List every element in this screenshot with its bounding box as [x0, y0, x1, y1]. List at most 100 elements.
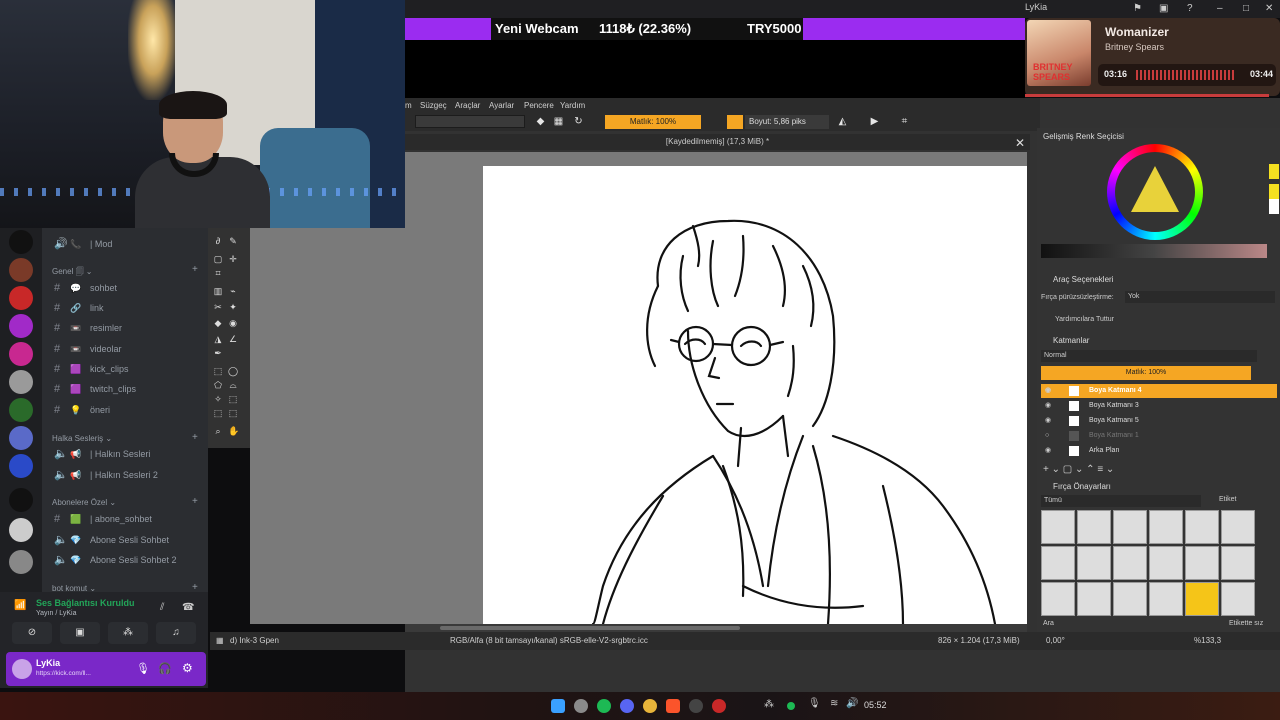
eraser-icon[interactable]: ◆ — [535, 116, 546, 127]
voice-channel-item[interactable]: 🔈 📢 | Halkın Sesleri 2 — [52, 467, 202, 483]
color-swatch[interactable] — [727, 115, 743, 129]
disconnect-icon[interactable]: ☎ — [182, 602, 194, 613]
brush-preset[interactable] — [1077, 582, 1111, 616]
brush-preset[interactable] — [1221, 510, 1255, 544]
menu-item-settings[interactable]: Ayarlar — [489, 101, 514, 110]
add-channel-icon[interactable]: + — [192, 432, 198, 443]
obs-icon[interactable] — [689, 699, 703, 713]
brush-preset[interactable] — [1185, 546, 1219, 580]
server-icon[interactable] — [9, 286, 33, 310]
server-icon[interactable] — [9, 314, 33, 338]
mirror-horizontal-icon[interactable]: ◭ — [837, 116, 848, 127]
server-icon[interactable] — [9, 426, 33, 450]
headphones-icon[interactable]: 🎧 — [158, 662, 172, 675]
category-general[interactable]: Genel 🗐 ⌄ — [52, 266, 93, 280]
rect-select-icon[interactable]: ⬚ — [213, 366, 223, 377]
brush-preset[interactable] — [1149, 546, 1183, 580]
app-icon[interactable] — [712, 699, 726, 713]
color-wheel[interactable] — [1107, 144, 1203, 240]
crop-tool-icon[interactable]: ⌗ — [213, 268, 223, 279]
add-channel-icon[interactable]: + — [192, 582, 198, 592]
mic-tray-icon[interactable]: 🎙 — [808, 698, 821, 709]
channel-item[interactable]: # 📼 resimler — [52, 320, 202, 336]
layer-row[interactable]: ◉ Boya Katmanı 4 — [1041, 384, 1277, 398]
eye-icon[interactable]: ◉ — [1045, 414, 1051, 428]
reference-tool-icon[interactable]: ✒ — [213, 348, 223, 359]
server-icon[interactable] — [9, 258, 33, 282]
freehand-path-icon[interactable]: ✎ — [228, 236, 238, 247]
menu-item-m[interactable]: m — [405, 101, 412, 110]
assistant-tool-icon[interactable]: ◮ — [213, 334, 223, 345]
freehand-select-icon[interactable]: ⌓ — [228, 380, 238, 391]
flag-icon[interactable]: ⚑ — [1133, 3, 1142, 14]
maximize-icon[interactable]: □ — [1243, 3, 1249, 14]
start-icon[interactable] — [551, 699, 565, 713]
screen-share-button[interactable]: ▣ — [60, 622, 100, 644]
layer-opacity-slider[interactable]: Matlık: 100% — [1041, 366, 1251, 380]
tag-search-label[interactable]: Etikette sız — [1229, 620, 1263, 627]
brush-preset[interactable] — [1113, 510, 1147, 544]
status-rotation[interactable]: 0,00° — [1046, 636, 1065, 645]
server-icon[interactable] — [9, 398, 33, 422]
colorize-icon[interactable]: ✂ — [213, 302, 223, 313]
menu-item-tools[interactable]: Araçlar — [455, 101, 480, 110]
channel-item[interactable]: # 🔗 link — [52, 300, 202, 316]
voice-channel-item[interactable]: 🔈 💎 Abone Sesli Sohbet — [52, 532, 202, 548]
alpha-lock-icon[interactable]: ▦ — [553, 116, 564, 127]
soundboard-button[interactable]: ♫ — [156, 622, 196, 644]
layer-row[interactable]: ◉ Boya Katmanı 5 — [1041, 414, 1277, 428]
color-history-bar[interactable] — [1041, 244, 1267, 258]
close-document-icon[interactable]: ✕ — [1015, 136, 1025, 150]
chrome-icon[interactable] — [643, 699, 657, 713]
avatar[interactable] — [12, 659, 32, 679]
opacity-slider[interactable]: Matlık: 100% — [605, 115, 701, 129]
layer-row[interactable]: ○ Boya Katmanı 1 — [1041, 429, 1277, 443]
brave-icon[interactable] — [666, 699, 680, 713]
scrollbar-thumb[interactable] — [440, 626, 740, 630]
eyedropper-icon[interactable]: ⌁ — [228, 286, 238, 297]
brush-preset-select[interactable] — [415, 115, 525, 128]
channel-item[interactable]: # 💡 öneri — [52, 402, 202, 418]
app-icon[interactable] — [574, 699, 588, 713]
brush-preset[interactable] — [1149, 582, 1183, 616]
server-icon[interactable] — [9, 550, 33, 574]
blend-mode-select[interactable]: Normal — [1041, 350, 1257, 362]
bezier-tool-icon[interactable]: ∂ — [213, 236, 223, 246]
smart-patch-icon[interactable]: ✦ — [228, 302, 238, 313]
ellipse-select-icon[interactable]: ◯ — [228, 366, 238, 377]
server-icon[interactable] — [9, 230, 33, 254]
color-palette-strip[interactable] — [1269, 164, 1279, 214]
magnetic-select-icon[interactable]: ⬚ — [228, 408, 238, 419]
add-channel-icon[interactable]: + — [192, 264, 198, 275]
category-subscribers[interactable]: Abonelere Özel ⌄ — [52, 498, 116, 507]
inbox-icon[interactable]: ▣ — [1159, 3, 1168, 14]
status-zoom[interactable]: %133,3 — [1194, 636, 1221, 645]
category-voice[interactable]: Halka Sesleriş ⌄ — [52, 434, 112, 443]
brush-preset[interactable] — [1077, 546, 1111, 580]
crop-icon[interactable]: ⌗ — [899, 116, 910, 127]
close-icon[interactable]: ✕ — [1265, 3, 1273, 14]
noise-suppression-icon[interactable]: ⫽ — [160, 602, 164, 613]
server-icon[interactable] — [9, 342, 33, 366]
minimize-icon[interactable]: – — [1217, 3, 1223, 14]
channel-item[interactable]: # 🟪 kick_clips — [52, 361, 202, 377]
move-tool-icon[interactable]: ✛ — [228, 254, 238, 265]
clock[interactable]: 05:52 — [864, 700, 887, 710]
assistants-snap-label[interactable]: Yardımcılara Tuttur — [1055, 316, 1114, 323]
voice-channel-name[interactable]: Yayın / LyKia — [36, 610, 76, 617]
measure-tool-icon[interactable]: ∠ — [228, 334, 238, 345]
channel-item[interactable]: # 💬 sohbet — [52, 280, 202, 296]
brush-preset[interactable] — [1149, 510, 1183, 544]
brush-preset[interactable] — [1113, 546, 1147, 580]
voice-channel-item[interactable]: 🔈 📢 | Halkın Sesleri — [52, 446, 202, 462]
eye-icon[interactable]: ◉ — [1045, 399, 1051, 413]
menu-item-window[interactable]: Pencere — [524, 101, 554, 110]
gradient-tool-icon[interactable]: ▥ — [213, 286, 223, 297]
brush-preset[interactable] — [1185, 510, 1219, 544]
magic-wand-icon[interactable]: ✧ — [213, 394, 223, 405]
category-bot[interactable]: bot komut ⌄ — [52, 584, 96, 592]
poly-select-icon[interactable]: ⬠ — [213, 380, 223, 391]
channel-item[interactable]: # 🟩 | abone_sohbet — [52, 511, 202, 527]
help-icon[interactable]: ? — [1187, 3, 1193, 14]
eye-icon[interactable]: ◉ — [1045, 444, 1051, 458]
